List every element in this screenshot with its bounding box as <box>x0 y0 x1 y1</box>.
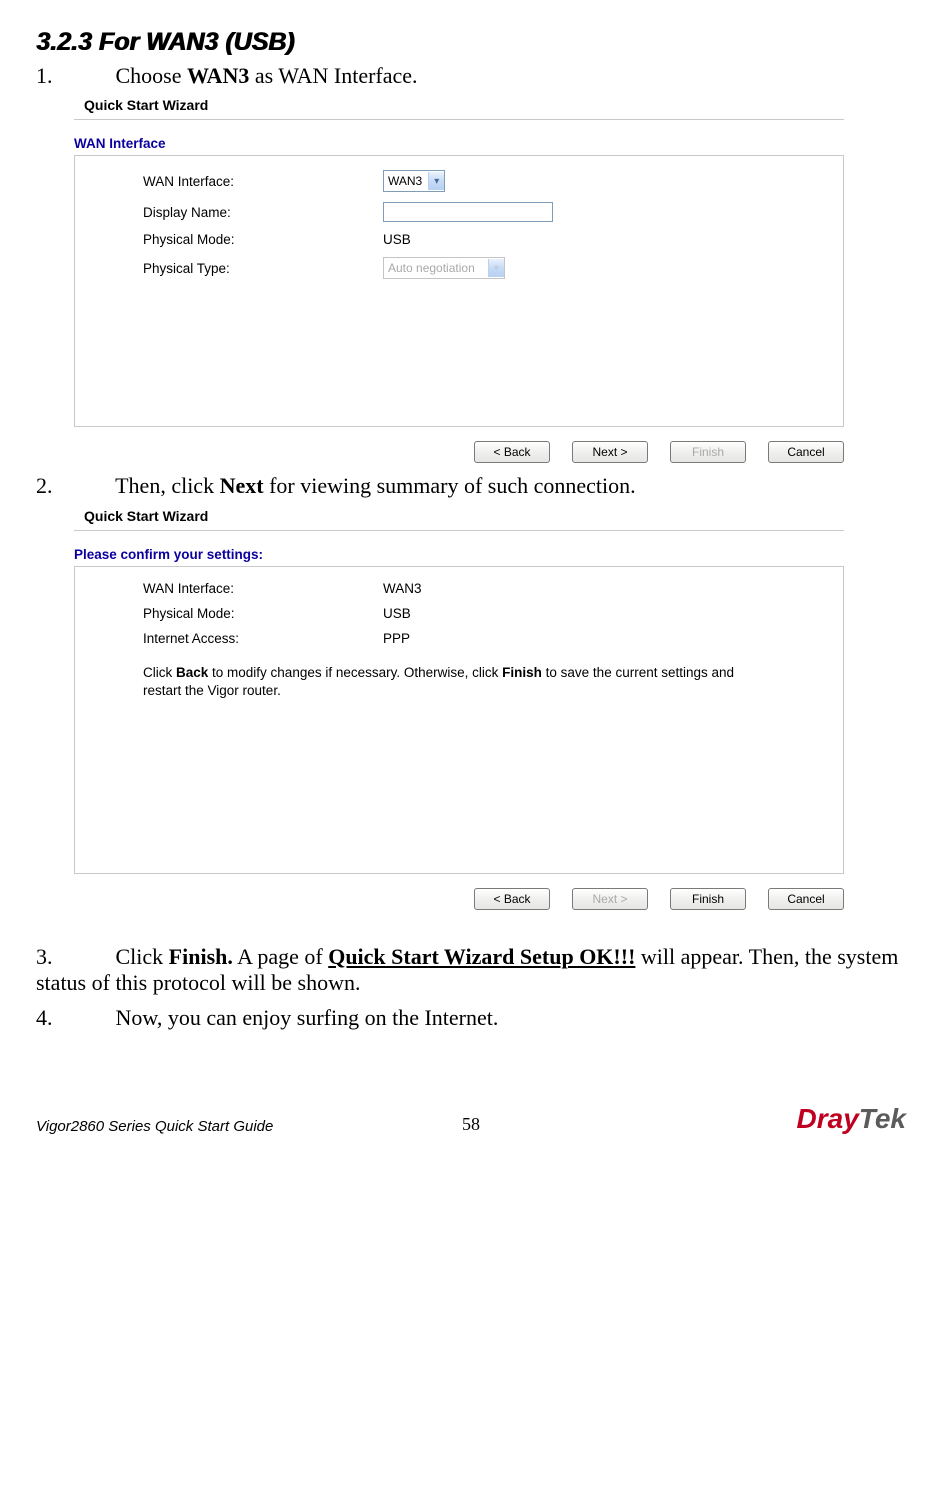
chevron-down-icon: ▾ <box>428 172 444 190</box>
step-2: 2. Then, click Next for viewing summary … <box>36 473 906 499</box>
brand-text-grey: Tek <box>859 1103 906 1134</box>
step-text: Now, you can enjoy surfing on the Intern… <box>116 1005 499 1030</box>
step-text: as WAN Interface. <box>249 63 417 88</box>
step-number: 1. <box>36 63 110 89</box>
display-name-input[interactable] <box>383 202 553 222</box>
physical-mode-value: USB <box>383 232 411 247</box>
wizard-instruction-text: to modify changes if necessary. Otherwis… <box>208 665 502 680</box>
step-bold: Next <box>220 473 264 498</box>
wizard-title: Quick Start Wizard <box>74 508 844 530</box>
form-row-physical-mode: Physical Mode: USB <box>143 232 817 247</box>
step-number: 3. <box>36 944 110 970</box>
select-value: Auto negotiation <box>384 261 488 275</box>
field-label: Display Name: <box>143 205 383 220</box>
wizard-panel: WAN Interface: WAN3 ▾ Display Name: Phys… <box>74 155 844 427</box>
brand-logo: DrayTek <box>797 1103 906 1135</box>
step-number: 4. <box>36 1005 110 1031</box>
next-button[interactable]: Next > <box>572 441 648 463</box>
wan-interface-select[interactable]: WAN3 ▾ <box>383 170 445 192</box>
back-button[interactable]: < Back <box>474 441 550 463</box>
summary-row-wan-interface: WAN Interface: WAN3 <box>143 581 817 596</box>
field-label: Physical Type: <box>143 261 383 276</box>
cancel-button[interactable]: Cancel <box>768 441 844 463</box>
field-value: PPP <box>383 631 410 646</box>
divider <box>74 530 844 531</box>
step-text: for viewing summary of such connection. <box>264 473 636 498</box>
cancel-button[interactable]: Cancel <box>768 888 844 910</box>
divider <box>74 119 844 120</box>
step-3: 3. Click Finish. A page of Quick Start W… <box>36 944 906 997</box>
wizard-button-row: < Back Next > Finish Cancel <box>74 888 844 910</box>
footer-guide-title: Vigor2860 Series Quick Start Guide <box>36 1118 273 1135</box>
form-row-wan-interface: WAN Interface: WAN3 ▾ <box>143 170 817 192</box>
wizard-subtitle: WAN Interface <box>74 136 844 151</box>
wizard-instruction: Click Back to modify changes if necessar… <box>143 664 763 700</box>
step-text: Click <box>116 944 169 969</box>
brand-text-red: Dray <box>797 1103 859 1134</box>
wizard-instruction-bold: Back <box>176 665 208 680</box>
wizard-instruction-bold: Finish <box>502 665 542 680</box>
field-label: WAN Interface: <box>143 174 383 189</box>
wizard-title: Quick Start Wizard <box>74 97 844 119</box>
wizard-button-row: < Back Next > Finish Cancel <box>74 441 844 463</box>
summary-row-internet-access: Internet Access: PPP <box>143 631 817 646</box>
field-label: Physical Mode: <box>143 606 383 621</box>
form-row-physical-type: Physical Type: Auto negotiation ▾ <box>143 257 817 279</box>
wizard-instruction-text: Click <box>143 665 176 680</box>
wizard-panel: WAN Interface: WAN3 Physical Mode: USB I… <box>74 566 844 874</box>
page-footer: Vigor2860 Series Quick Start Guide 58 Dr… <box>36 1103 906 1135</box>
field-label: Internet Access: <box>143 631 383 646</box>
next-button: Next > <box>572 888 648 910</box>
step-1: 1. Choose WAN3 as WAN Interface. <box>36 63 906 89</box>
step-bold: Finish. <box>169 944 233 969</box>
select-value: WAN3 <box>384 174 428 188</box>
finish-button: Finish <box>670 441 746 463</box>
field-value: WAN3 <box>383 581 422 596</box>
section-heading: 3.2.3 For WAN3 (USB) <box>36 28 906 57</box>
field-label: Physical Mode: <box>143 232 383 247</box>
step-number: 2. <box>36 473 110 499</box>
wizard-screenshot-1: Quick Start Wizard WAN Interface WAN Int… <box>74 97 844 463</box>
step-text: A page of <box>233 944 328 969</box>
summary-row-physical-mode: Physical Mode: USB <box>143 606 817 621</box>
finish-button[interactable]: Finish <box>670 888 746 910</box>
step-bold: WAN3 <box>187 63 249 88</box>
chevron-down-icon: ▾ <box>488 259 504 277</box>
step-bold-underline: Quick Start Wizard Setup OK!!! <box>328 944 635 969</box>
field-value: USB <box>383 606 411 621</box>
form-row-display-name: Display Name: <box>143 202 817 222</box>
back-button[interactable]: < Back <box>474 888 550 910</box>
field-label: WAN Interface: <box>143 581 383 596</box>
page-number: 58 <box>462 1114 480 1135</box>
step-text: Then, click <box>115 473 219 498</box>
wizard-subtitle: Please confirm your settings: <box>74 547 844 562</box>
physical-type-select: Auto negotiation ▾ <box>383 257 505 279</box>
step-4: 4. Now, you can enjoy surfing on the Int… <box>36 1005 906 1031</box>
step-text: Choose <box>116 63 188 88</box>
wizard-screenshot-2: Quick Start Wizard Please confirm your s… <box>74 508 844 910</box>
